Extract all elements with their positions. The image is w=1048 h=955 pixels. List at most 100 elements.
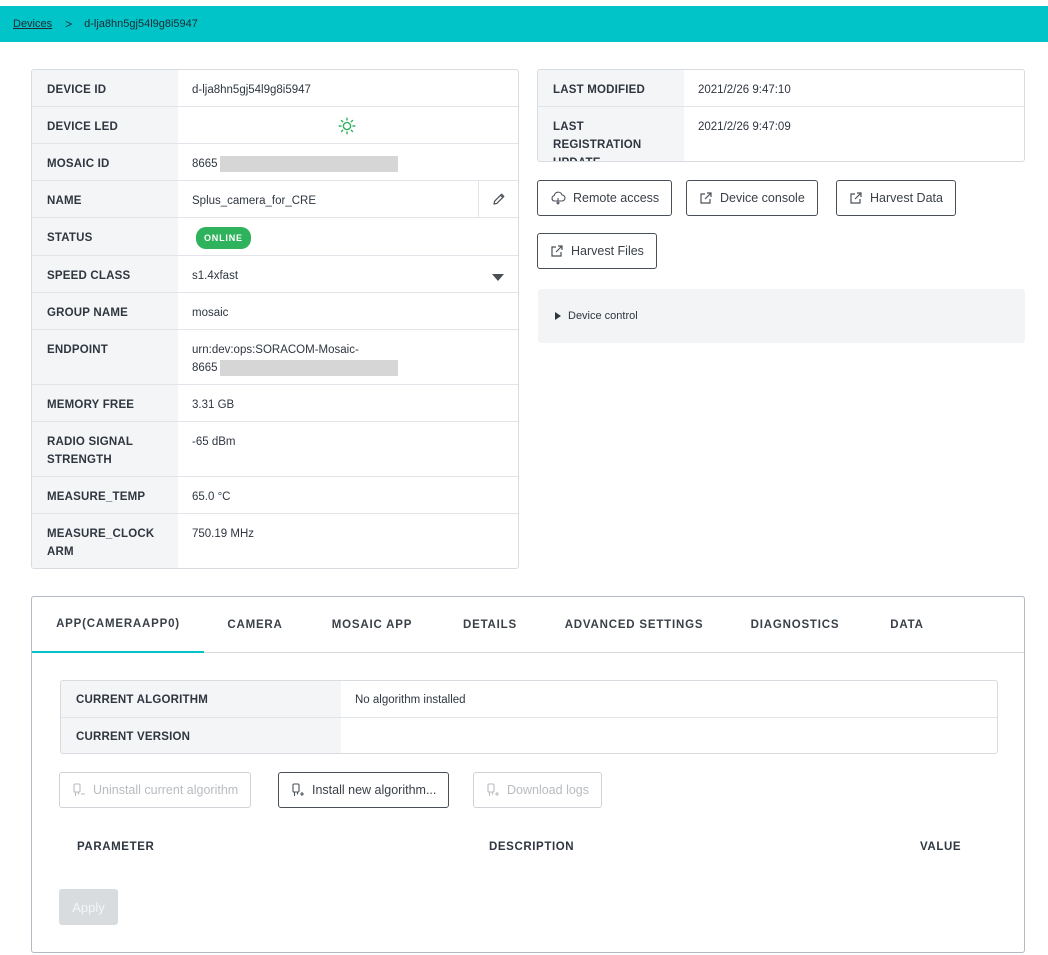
modified-info-panel: LAST MODIFIED 2021/2/26 9:47:10 LAST REG…	[537, 69, 1025, 162]
info-key: SPEED CLASS	[32, 256, 178, 292]
info-key: DEVICE ID	[32, 70, 178, 106]
info-key: MEASURE_TEMP	[32, 477, 178, 513]
uninstall-algorithm-button[interactable]: Uninstall current algorithm	[59, 772, 252, 808]
endpoint-value-line2: 8665	[192, 362, 218, 374]
edit-name-button[interactable]	[478, 181, 518, 217]
tab-app-cameraapp0[interactable]: APP(CAMERAAPP0)	[32, 597, 204, 653]
tabs-panel: APP(CAMERAAPP0) CAMERA MOSAIC APP DETAIL…	[31, 596, 1025, 953]
info-row-radio-signal: RADIO SIGNAL STRENGTH -65 dBm	[32, 422, 518, 477]
group-name-value: mosaic	[192, 307, 229, 319]
info-row-speed-class[interactable]: SPEED CLASS s1.4xfast	[32, 256, 518, 293]
algo-key: CURRENT ALGORITHM	[61, 681, 341, 717]
last-modified-value: 2021/2/26 9:47:10	[698, 84, 791, 96]
parameter-column-header: PARAMETER	[77, 841, 155, 853]
info-row-group-name: GROUP NAME mosaic	[32, 293, 518, 330]
chip-plus-icon	[292, 783, 304, 796]
harvest-data-label: Harvest Data	[870, 191, 943, 205]
external-link-icon	[551, 245, 563, 257]
status-cell: ONLINE	[178, 218, 518, 255]
device-id-value: d-lja8hn5gj54l9g8i5947	[192, 84, 311, 96]
info-row-device-led: DEVICE LED	[32, 107, 518, 144]
tab-mosaic-app[interactable]: MOSAIC APP	[322, 597, 422, 653]
info-key: DEVICE LED	[32, 107, 178, 143]
info-key: LAST REGISTRATION UPDATE	[538, 107, 684, 161]
harvest-files-button[interactable]: Harvest Files	[537, 233, 657, 269]
uninstall-label: Uninstall current algorithm	[93, 783, 239, 797]
info-row-last-modified: LAST MODIFIED 2021/2/26 9:47:10	[538, 70, 1024, 107]
endpoint-cell: urn:dev:ops:SORACOM-Mosaic- 8665	[178, 330, 518, 384]
last-registration-value: 2021/2/26 9:47:09	[698, 121, 791, 133]
algo-row-current-algorithm: CURRENT ALGORITHM No algorithm installed	[61, 681, 997, 718]
remote-access-button[interactable]: Remote access	[537, 180, 673, 216]
info-row-device-id: DEVICE ID d-lja8hn5gj54l9g8i5947	[32, 70, 518, 107]
info-key: RADIO SIGNAL STRENGTH	[32, 422, 178, 476]
info-key: STATUS	[32, 218, 178, 255]
info-row-status: STATUS ONLINE	[32, 218, 518, 256]
measure-clock-value: 750.19 MHz	[192, 528, 255, 540]
radio-signal-value: -65 dBm	[192, 436, 236, 448]
redaction-mask	[219, 359, 398, 376]
tab-advanced-settings[interactable]: ADVANCED SETTINGS	[558, 597, 710, 653]
cloud-icon	[551, 191, 566, 205]
chip-minus-icon	[73, 783, 85, 796]
breadcrumb-current: d-lja8hn5gj54l9g8i5947	[84, 18, 198, 30]
memory-free-value: 3.31 GB	[192, 399, 235, 411]
breadcrumb-devices-link[interactable]: Devices	[13, 18, 52, 30]
algo-key: CURRENT VERSION	[61, 718, 341, 753]
breadcrumb: Devices > d-lja8hn5gj54l9g8i5947	[0, 6, 1048, 42]
remote-access-label: Remote access	[573, 191, 660, 205]
external-link-icon	[700, 192, 712, 204]
download-logs-button[interactable]: Download logs	[473, 772, 602, 808]
tab-details[interactable]: DETAILS	[452, 597, 528, 653]
device-info-panel: DEVICE ID d-lja8hn5gj54l9g8i5947 DEVICE …	[31, 69, 519, 569]
description-column-header: DESCRIPTION	[489, 841, 575, 853]
caret-right-icon	[555, 312, 561, 320]
install-label: Install new algorithm...	[312, 783, 437, 797]
info-key: GROUP NAME	[32, 293, 178, 329]
mosaic-id-value: 8665	[192, 158, 218, 170]
apply-button[interactable]: Apply	[59, 889, 118, 925]
info-row-mosaic-id: MOSAIC ID 8665	[32, 144, 518, 181]
device-name-value: Splus_camera_for_CRE	[192, 195, 317, 207]
info-row-name: NAME Splus_camera_for_CRE	[32, 181, 518, 218]
current-version-value	[341, 718, 997, 753]
pencil-icon	[492, 193, 504, 205]
breadcrumb-separator: >	[65, 17, 73, 31]
mosaic-id-cell: 8665	[178, 144, 518, 180]
tab-diagnostics[interactable]: DIAGNOSTICS	[742, 597, 848, 653]
device-control-toggle[interactable]: Device control	[538, 289, 1025, 343]
info-row-measure-clock: MEASURE_CLOCK ARM 750.19 MHz	[32, 514, 518, 568]
endpoint-value: urn:dev:ops:SORACOM-Mosaic-	[192, 344, 359, 356]
measure-temp-value: 65.0 °C	[192, 491, 231, 503]
device-led-cell	[178, 107, 518, 143]
speed-class-select[interactable]: s1.4xfast	[178, 256, 518, 292]
chip-download-icon	[487, 783, 499, 796]
value-column-header: VALUE	[920, 841, 962, 853]
info-row-last-registration: LAST REGISTRATION UPDATE 2021/2/26 9:47:…	[538, 107, 1024, 161]
info-row-memory-free: MEMORY FREE 3.31 GB	[32, 385, 518, 422]
harvest-data-button[interactable]: Harvest Data	[836, 180, 956, 216]
current-algorithm-value: No algorithm installed	[355, 694, 466, 706]
download-logs-label: Download logs	[507, 783, 589, 797]
info-key: MOSAIC ID	[32, 144, 178, 180]
tab-strip: APP(CAMERAAPP0) CAMERA MOSAIC APP DETAIL…	[32, 597, 1024, 653]
status-badge: ONLINE	[196, 227, 251, 249]
tab-data[interactable]: DATA	[880, 597, 934, 653]
device-console-label: Device console	[720, 191, 805, 205]
install-algorithm-button[interactable]: Install new algorithm...	[278, 772, 450, 808]
info-row-measure-temp: MEASURE_TEMP 65.0 °C	[32, 477, 518, 514]
info-key: MEMORY FREE	[32, 385, 178, 421]
tab-camera[interactable]: CAMERA	[210, 597, 300, 653]
external-link-icon	[850, 192, 862, 204]
device-console-button[interactable]: Device console	[686, 180, 818, 216]
info-row-endpoint: ENDPOINT urn:dev:ops:SORACOM-Mosaic- 866…	[32, 330, 518, 385]
device-control-label: Device control	[568, 310, 638, 322]
sun-led-icon	[338, 117, 356, 135]
info-key: MEASURE_CLOCK ARM	[32, 514, 178, 568]
caret-down-icon[interactable]	[492, 274, 504, 281]
info-key: LAST MODIFIED	[538, 70, 684, 106]
redaction-mask	[219, 155, 398, 172]
algorithm-panel: CURRENT ALGORITHM No algorithm installed…	[60, 680, 998, 754]
algo-row-current-version: CURRENT VERSION	[61, 718, 997, 753]
info-key: NAME	[32, 181, 178, 217]
